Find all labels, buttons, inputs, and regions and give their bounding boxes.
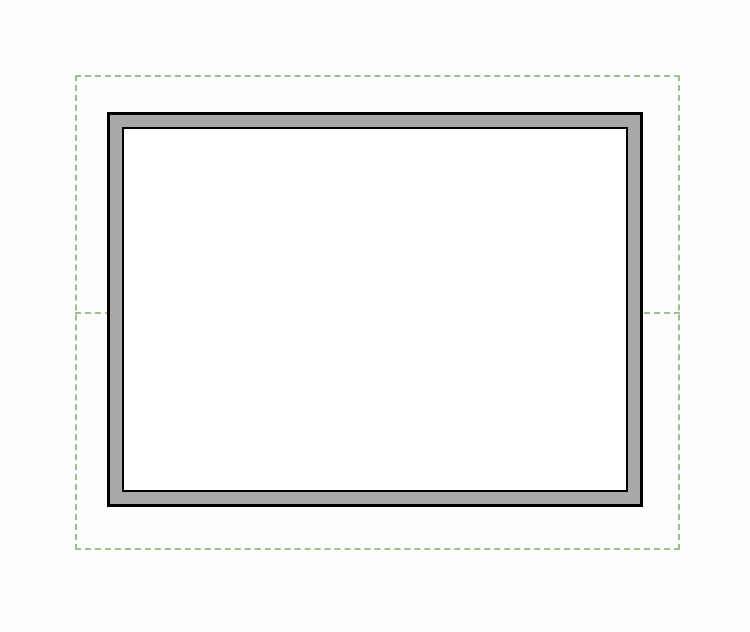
frame-inner-border: [122, 127, 628, 492]
frame-outer-border: [107, 112, 643, 507]
